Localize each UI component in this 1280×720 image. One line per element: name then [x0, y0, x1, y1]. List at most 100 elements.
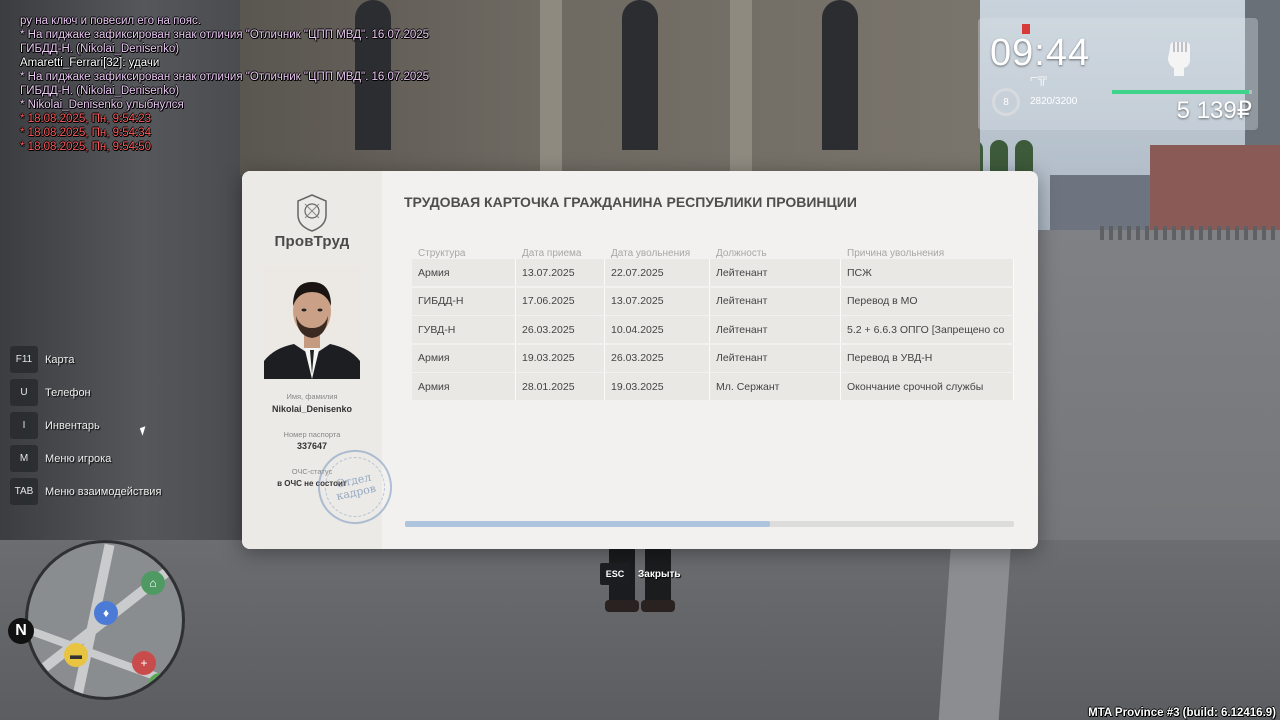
table-cell: Армия	[412, 344, 516, 372]
hotkey-label: Инвентарь	[45, 419, 100, 432]
fist-icon	[1168, 42, 1190, 76]
scrollbar-thumb[interactable]	[405, 521, 771, 527]
hotkey-key: M	[10, 445, 38, 472]
employment-history-table: Структура Дата приема Дата увольнения Должн…	[412, 241, 1014, 402]
bank-icon: ⌂	[141, 571, 165, 595]
table-row: ГИБДД-Н 17.06.2025 13.07.2025 Лейтенант Пере…	[412, 287, 1014, 315]
hotkey-key: U	[10, 379, 38, 406]
table-cell: Лейтенант	[710, 259, 841, 286]
table-cell: Армия	[412, 373, 516, 401]
minimap: ⌂ ♦ ▬ + ◎	[25, 540, 185, 700]
railing	[1100, 226, 1280, 240]
chat-line: * 18.08.2025, Пн, 9:54:50	[20, 141, 151, 153]
table-cell: Лейтенант	[710, 316, 841, 344]
weapon-icon: ⌐╦	[1030, 70, 1047, 85]
hotkey-label: Меню взаимодействия	[45, 485, 162, 498]
table-cell: ПСЖ	[841, 259, 1014, 286]
citizen-photo	[264, 266, 360, 379]
curb	[938, 540, 1012, 720]
health-bar-fill	[1112, 90, 1250, 94]
table-cell: Окончание срочной службы	[841, 373, 1014, 401]
horizontal-scrollbar[interactable]	[405, 521, 1014, 527]
column-header: Причина увольнения	[847, 248, 945, 259]
close-hint[interactable]: ESC Закрыть	[600, 563, 681, 585]
clock: 09:44	[990, 32, 1091, 74]
chat-line: Amaretti_Ferrari[32]: удачи	[20, 57, 160, 69]
emblem-icon	[297, 194, 327, 232]
table-cell: 5.2 + 6.6.3 ОПГО [Запрещено со	[841, 316, 1014, 344]
esc-key[interactable]: ESC	[600, 563, 630, 585]
table-cell: 26.03.2025	[605, 344, 710, 372]
ammo-count: 2820/3200	[1030, 96, 1078, 107]
hud-panel: 09:44 ⌐╦ 8 2820/3200 5 139₽	[978, 18, 1258, 130]
hotkey-label: Карта	[45, 353, 75, 366]
citizen-name: Nikolai_Denisenko	[271, 404, 353, 414]
close-label: Закрыть	[638, 568, 681, 580]
chat-line: * На пиджаке зафиксирован знак отличия "…	[20, 29, 430, 41]
name-caption: Имя, фамилия	[286, 392, 338, 401]
table-cell: Лейтенант	[710, 344, 841, 372]
card-title: ТРУДОВАЯ КАРТОЧКА ГРАЖДАНИНА РЕСПУБЛИКИ …	[404, 194, 857, 210]
table-header: Структура Дата приема Дата увольнения Должн…	[412, 241, 1014, 259]
portrait-image	[264, 266, 360, 379]
table-cell: 19.03.2025	[605, 373, 710, 401]
table-cell: 13.07.2025	[516, 259, 605, 286]
hotkey-key: F11	[10, 346, 38, 373]
chat-line: ГИБДД-Н. (Nikolai_Denisenko)	[20, 43, 180, 55]
north-indicator: N	[8, 618, 34, 644]
chat-line: ГИБДД-Н. (Nikolai_Denisenko)	[20, 85, 180, 97]
chat-line: * Nikolai_Denisenko улыбнулся	[20, 99, 184, 111]
table-cell: 17.06.2025	[516, 287, 605, 315]
table-body: Армия 13.07.2025 22.07.2025 Лейтенант ПСЖ ГИБ…	[412, 259, 1014, 401]
window-arch	[822, 0, 858, 150]
pillar	[730, 0, 752, 175]
table-cell: Мл. Сержант	[710, 373, 841, 401]
table-cell: Перевод в УВД-Н	[841, 344, 1014, 372]
armor-ring: 8	[992, 88, 1020, 116]
table-row: Армия 13.07.2025 22.07.2025 Лейтенант ПСЖ	[412, 259, 1014, 286]
chat-log: ру на ключ и повесил его на пояс. * На п…	[20, 14, 429, 154]
table-cell: 26.03.2025	[516, 316, 605, 344]
hotkey-item[interactable]: F11 Карта	[10, 346, 161, 373]
table-cell: 19.03.2025	[516, 344, 605, 372]
money: 5 139₽	[1176, 97, 1252, 124]
hotkey-key: TAB	[10, 478, 38, 505]
table-cell: Армия	[412, 259, 516, 286]
table-cell: ГУВД-Н	[412, 316, 516, 344]
employment-card-dialog: ПровТруд Имя, фамилия Nikolai_Denisenko …	[242, 171, 1038, 549]
hotkey-key: I	[10, 412, 38, 439]
chat-line: * 18.08.2025, Пн, 9:54:34	[20, 127, 151, 139]
chat-line: * На пиджаке зафиксирован знак отличия "…	[20, 71, 430, 83]
column-header: Должность	[716, 248, 767, 259]
hotkey-menu: F11 Карта U Телефон I Инвентарь M Меню игрока TA…	[10, 346, 161, 511]
hotkey-item[interactable]: M Меню игрока	[10, 445, 161, 472]
table-row: Армия 28.01.2025 19.03.2025 Мл. Сержант Окон…	[412, 373, 1014, 401]
table-cell: ГИБДД-Н	[412, 287, 516, 315]
chat-line: ру на ключ и повесил его на пояс.	[20, 15, 201, 27]
build-info: MTA Province #3 (build: 6.12416.9)	[1088, 707, 1276, 719]
card-sidebar: ПровТруд Имя, фамилия Nikolai_Denisenko …	[242, 171, 399, 549]
taxi-icon: ▬	[64, 643, 88, 667]
window-arch	[622, 0, 658, 150]
armor-value: 8	[1003, 96, 1009, 108]
hotkey-label: Телефон	[45, 386, 91, 399]
hotkey-item[interactable]: U Телефон	[10, 379, 161, 406]
hotkey-item[interactable]: I Инвентарь	[10, 412, 161, 439]
hotkey-label: Меню игрока	[45, 452, 112, 465]
target-icon: ◎	[148, 673, 172, 697]
table-row: ГУВД-Н 26.03.2025 10.04.2025 Лейтенант 5.2 +…	[412, 316, 1014, 344]
table-cell: 13.07.2025	[605, 287, 710, 315]
chat-line: * 18.08.2025, Пн, 9:54:23	[20, 113, 151, 125]
background-building	[1050, 175, 1150, 230]
table-row: Армия 19.03.2025 26.03.2025 Лейтенант Перево…	[412, 344, 1014, 372]
brand-name: ПровТруд	[274, 233, 350, 250]
table-cell: 28.01.2025	[516, 373, 605, 401]
column-header: Дата увольнения	[611, 248, 691, 259]
hr-stamp: Отдел кадров	[311, 443, 399, 531]
column-header: Структура	[418, 248, 466, 259]
passport-caption: Номер паспорта	[283, 430, 341, 439]
hotkey-item[interactable]: TAB Меню взаимодействия	[10, 478, 161, 505]
hospital-icon: +	[132, 651, 156, 675]
table-cell: 22.07.2025	[605, 259, 710, 286]
table-cell: Перевод в МО	[841, 287, 1014, 315]
